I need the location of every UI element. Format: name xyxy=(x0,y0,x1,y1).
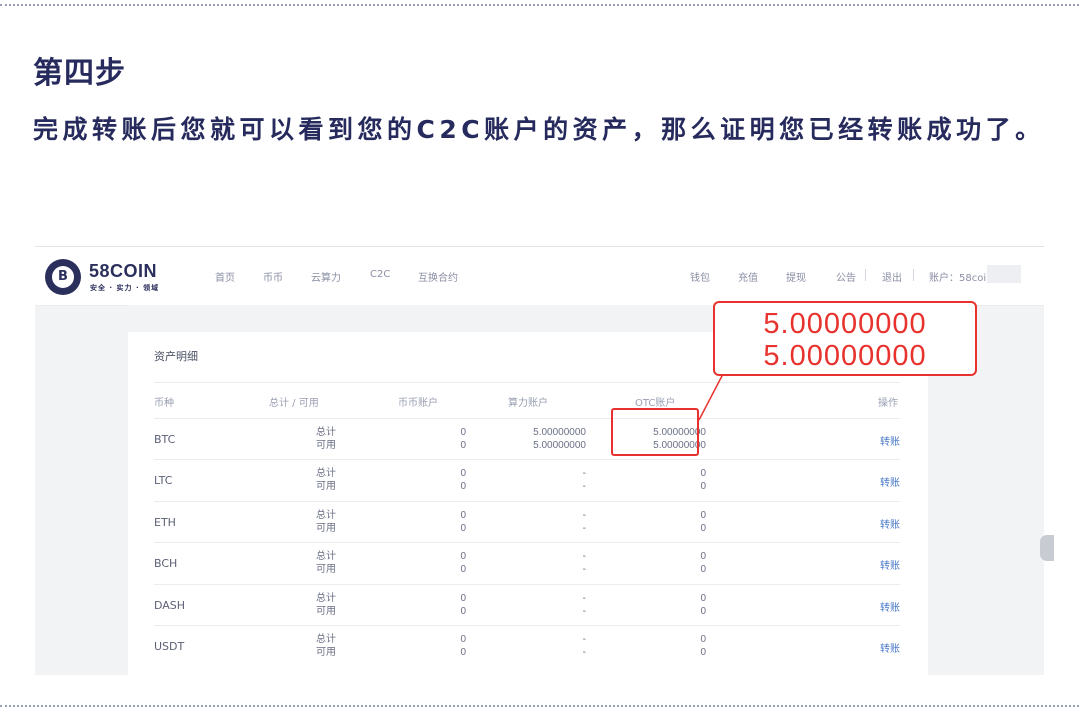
callout-available-value: 5.00000000 xyxy=(763,340,927,372)
col-header-otc-account: OTC账户 xyxy=(635,398,676,409)
table-row: BCH 总计 可用 00 -- 00 转账 xyxy=(154,542,900,584)
coin-name: USDT xyxy=(154,640,185,653)
total-available-labels: 总计 可用 xyxy=(316,468,336,492)
side-scroll-handle[interactable] xyxy=(1040,535,1054,561)
site-navbar: B 58COIN 安全 · 实力 · 领域 首页 币币 云算力 C2C 互换合约… xyxy=(35,247,1044,306)
col-header-hash-account: 算力账户 xyxy=(508,398,548,409)
asset-detail-panel: 资产明细 币种 总计 / 可用 币币账户 算力账户 OTC账户 操作 BTC 总… xyxy=(128,332,928,675)
spot-values: 00 xyxy=(460,510,466,534)
table-row: BTC 总计 可用 00 5.00000000 5.00000000 5.00000… xyxy=(154,418,900,460)
transfer-link[interactable]: 转账 xyxy=(880,433,900,448)
transfer-link[interactable]: 转账 xyxy=(880,599,900,614)
transfer-link[interactable]: 转账 xyxy=(880,516,900,531)
step-heading: 第四步 xyxy=(33,56,126,91)
otc-values: 00 xyxy=(700,593,706,617)
table-row: ETH 总计 可用 00 -- 00 转账 xyxy=(154,501,900,543)
nav-deposit[interactable]: 充值 xyxy=(738,269,758,284)
spot-values: 00 xyxy=(460,593,466,617)
otc-values: 00 xyxy=(700,510,706,534)
panel-divider xyxy=(154,382,900,383)
total-available-labels: 总计 可用 xyxy=(316,427,336,451)
site-logo[interactable]: B 58COIN 安全 · 实力 · 领域 xyxy=(45,259,175,295)
table-row: DASH 总计 可用 00 -- 00 转账 xyxy=(154,584,900,626)
transfer-link[interactable]: 转账 xyxy=(880,474,900,489)
col-header-total-available: 总计 / 可用 xyxy=(269,398,319,409)
nav-separator xyxy=(913,269,914,281)
nav-announcement[interactable]: 公告 xyxy=(836,269,856,284)
table-row: USDT 总计 可用 00 -- 00 转账 xyxy=(154,625,900,667)
coin-name: ETH xyxy=(154,516,176,529)
spot-values: 00 xyxy=(460,634,466,658)
hash-values: 5.00000000 5.00000000 xyxy=(533,427,586,451)
otc-values: 00 xyxy=(700,551,706,575)
coin-name: BCH xyxy=(154,557,178,570)
otc-highlight-box xyxy=(611,408,699,456)
nav-withdraw[interactable]: 提现 xyxy=(786,269,806,284)
logo-tagline: 安全 · 实力 · 领域 xyxy=(90,284,160,292)
bitcoin-logo-icon: B xyxy=(45,259,81,295)
account-blur-mask xyxy=(987,265,1021,283)
hash-values: -- xyxy=(582,468,586,492)
transfer-link[interactable]: 转账 xyxy=(880,640,900,655)
otc-values: 00 xyxy=(700,634,706,658)
hash-values: -- xyxy=(582,551,586,575)
bottom-dotted-divider xyxy=(0,705,1079,707)
transfer-link[interactable]: 转账 xyxy=(880,557,900,572)
col-header-coin: 币种 xyxy=(154,398,174,409)
coin-name: LTC xyxy=(154,474,173,487)
col-header-spot-account: 币币账户 xyxy=(398,398,438,409)
hash-values: -- xyxy=(582,593,586,617)
panel-title: 资产明细 xyxy=(154,350,198,363)
spot-values: 00 xyxy=(460,427,466,451)
logo-name: 58COIN xyxy=(89,261,158,281)
total-available-labels: 总计 可用 xyxy=(316,510,336,534)
nav-home[interactable]: 首页 xyxy=(215,269,235,284)
nav-separator xyxy=(865,269,866,281)
nav-logout[interactable]: 退出 xyxy=(882,269,902,284)
total-available-labels: 总计 可用 xyxy=(316,634,336,658)
coin-name: BTC xyxy=(154,433,176,446)
hash-values: -- xyxy=(582,510,586,534)
step-description: 完成转账后您就可以看到您的C2C账户的资产，那么证明您已经转账成功了。 xyxy=(33,115,1045,144)
nav-c2c[interactable]: C2C xyxy=(370,269,390,280)
coin-name: DASH xyxy=(154,599,186,612)
table-row: LTC 总计 可用 00 -- 00 转账 xyxy=(154,459,900,501)
nav-spot[interactable]: 币币 xyxy=(263,269,283,284)
nav-account[interactable]: 账户：58coin xyxy=(929,269,992,284)
nav-wallet[interactable]: 钱包 xyxy=(690,269,710,284)
otc-values: 00 xyxy=(700,468,706,492)
col-header-action: 操作 xyxy=(878,398,898,409)
zoom-callout: 5.00000000 5.00000000 xyxy=(713,301,977,376)
nav-swap-contract[interactable]: 互换合约 xyxy=(418,269,458,284)
callout-total-value: 5.00000000 xyxy=(763,308,927,340)
spot-values: 00 xyxy=(460,468,466,492)
hash-values: -- xyxy=(582,634,586,658)
nav-cloud-hash[interactable]: 云算力 xyxy=(311,269,341,284)
spot-values: 00 xyxy=(460,551,466,575)
total-available-labels: 总计 可用 xyxy=(316,593,336,617)
total-available-labels: 总计 可用 xyxy=(316,551,336,575)
top-dotted-divider xyxy=(0,4,1079,6)
